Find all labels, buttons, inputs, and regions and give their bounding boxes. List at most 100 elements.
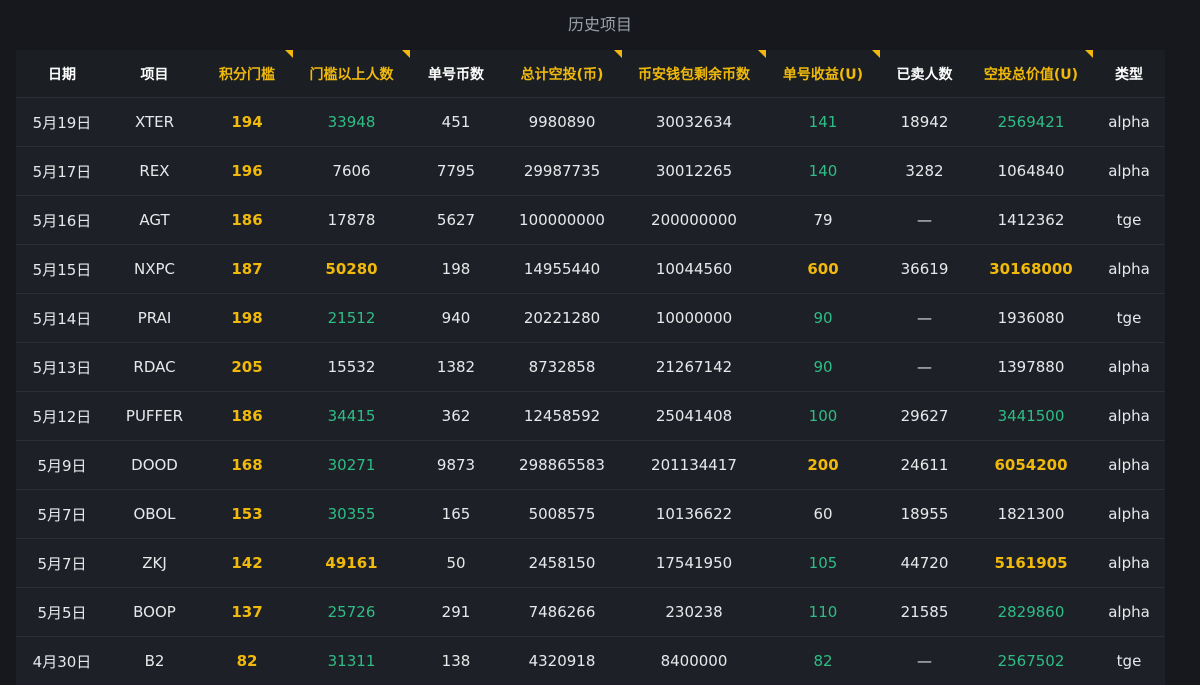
column-header-points-threshold[interactable]: 积分门槛 <box>201 50 293 98</box>
cell-yield-per-account: 141 <box>766 97 880 147</box>
cell-coins-per-account: 9873 <box>410 440 502 490</box>
cell-total-airdrop: 5008575 <box>502 489 622 539</box>
cell-points-threshold: 153 <box>201 489 293 539</box>
column-header-yield-per-account[interactable]: 单号收益(U) <box>766 50 880 98</box>
column-header-total-airdrop[interactable]: 总计空投(币) <box>502 50 622 98</box>
cell-points-threshold: 82 <box>201 636 293 685</box>
cell-project: BOOP <box>108 587 201 637</box>
cell-airdrop-total-value: 1412362 <box>969 195 1093 245</box>
cell-binance-wallet-remaining: 10044560 <box>622 244 766 294</box>
cell-airdrop-total-value: 1064840 <box>969 146 1093 196</box>
cell-date: 4月30日 <box>16 636 108 685</box>
cell-airdrop-total-value: 2567502 <box>969 636 1093 685</box>
cell-users-above-threshold: 31311 <box>293 636 410 685</box>
cell-yield-per-account: 79 <box>766 195 880 245</box>
cell-binance-wallet-remaining: 25041408 <box>622 391 766 441</box>
sort-indicator-icon <box>758 50 766 58</box>
cell-type: alpha <box>1093 440 1165 490</box>
cell-coins-per-account: 5627 <box>410 195 502 245</box>
cell-sold-count: — <box>880 195 969 245</box>
cell-sold-count: 3282 <box>880 146 969 196</box>
cell-project: AGT <box>108 195 201 245</box>
table-row[interactable]: 5月15日 NXPC 187 50280 198 14955440 10044560 600 3… <box>16 244 1165 294</box>
cell-type: alpha <box>1093 97 1165 147</box>
sort-indicator-icon <box>285 50 293 58</box>
table-row[interactable]: 5月14日 PRAI 198 21512 940 20221280 10000000 90—1… <box>16 293 1165 343</box>
table-row[interactable]: 5月7日 OBOL 153 30355 165 5008575 10136622 60 1895… <box>16 489 1165 539</box>
cell-coins-per-account: 138 <box>410 636 502 685</box>
cell-sold-count: — <box>880 636 969 685</box>
cell-type: alpha <box>1093 587 1165 637</box>
cell-sold-count: — <box>880 293 969 343</box>
cell-binance-wallet-remaining: 200000000 <box>622 195 766 245</box>
table-header-row: 日期 项目 积分门槛 门槛以上人数 单号币数 总计空投(币) 币安钱包剩余币数 单号收益(U)… <box>16 50 1165 98</box>
cell-total-airdrop: 2458150 <box>502 538 622 588</box>
table-row[interactable]: 5月19日 XTER 194 33948 451 9980890 30032634 141 18… <box>16 97 1165 147</box>
cell-total-airdrop: 12458592 <box>502 391 622 441</box>
cell-date: 5月19日 <box>16 97 108 147</box>
table-row[interactable]: 5月13日 RDAC 205 15532 1382 8732858 21267142 90—1… <box>16 342 1165 392</box>
cell-project: XTER <box>108 97 201 147</box>
column-header-airdrop-total-value[interactable]: 空投总价值(U) <box>969 50 1093 98</box>
cell-total-airdrop: 4320918 <box>502 636 622 685</box>
column-header-sold-count: 已卖人数 <box>880 50 969 98</box>
cell-sold-count: 29627 <box>880 391 969 441</box>
cell-users-above-threshold: 17878 <box>293 195 410 245</box>
cell-sold-count: 44720 <box>880 538 969 588</box>
cell-total-airdrop: 29987735 <box>502 146 622 196</box>
cell-binance-wallet-remaining: 10000000 <box>622 293 766 343</box>
cell-points-threshold: 205 <box>201 342 293 392</box>
cell-airdrop-total-value: 1821300 <box>969 489 1093 539</box>
cell-yield-per-account: 600 <box>766 244 880 294</box>
cell-sold-count: — <box>880 342 969 392</box>
cell-date: 5月14日 <box>16 293 108 343</box>
cell-coins-per-account: 165 <box>410 489 502 539</box>
history-table: 日期 项目 积分门槛 门槛以上人数 单号币数 总计空投(币) 币安钱包剩余币数 单号收益(U)… <box>16 50 1165 685</box>
page-title: 历史项目 <box>567 15 632 34</box>
cell-yield-per-account: 105 <box>766 538 880 588</box>
cell-coins-per-account: 50 <box>410 538 502 588</box>
cell-date: 5月9日 <box>16 440 108 490</box>
cell-coins-per-account: 7795 <box>410 146 502 196</box>
column-header-users-above-threshold[interactable]: 门槛以上人数 <box>293 50 410 98</box>
cell-users-above-threshold: 15532 <box>293 342 410 392</box>
cell-type: alpha <box>1093 342 1165 392</box>
table-row[interactable]: 5月9日 DOOD 168 30271 9873 298865583 201134417 20… <box>16 440 1165 490</box>
cell-project: ZKJ <box>108 538 201 588</box>
cell-users-above-threshold: 30271 <box>293 440 410 490</box>
cell-type: alpha <box>1093 146 1165 196</box>
cell-project: B2 <box>108 636 201 685</box>
table-row[interactable]: 5月17日 REX 196 7606 7795 29987735 30012265 140 32… <box>16 146 1165 196</box>
cell-date: 5月16日 <box>16 195 108 245</box>
cell-project: REX <box>108 146 201 196</box>
cell-project: PRAI <box>108 293 201 343</box>
table-row[interactable]: 5月16日 AGT 186 17878 5627 100000000 200000000 79… <box>16 195 1165 245</box>
cell-date: 5月7日 <box>16 538 108 588</box>
table-row[interactable]: 5月7日 ZKJ 142 49161 50 2458150 17541950 105 44720… <box>16 538 1165 588</box>
column-header-binance-wallet-remaining[interactable]: 币安钱包剩余币数 <box>622 50 766 98</box>
cell-date: 5月15日 <box>16 244 108 294</box>
cell-total-airdrop: 7486266 <box>502 587 622 637</box>
cell-sold-count: 24611 <box>880 440 969 490</box>
cell-airdrop-total-value: 3441500 <box>969 391 1093 441</box>
table-row[interactable]: 5月5日 BOOP 137 25726 291 7486266 230238 110 21585… <box>16 587 1165 637</box>
cell-binance-wallet-remaining: 30032634 <box>622 97 766 147</box>
cell-binance-wallet-remaining: 17541950 <box>622 538 766 588</box>
cell-coins-per-account: 198 <box>410 244 502 294</box>
cell-points-threshold: 187 <box>201 244 293 294</box>
cell-users-above-threshold: 33948 <box>293 97 410 147</box>
cell-project: DOOD <box>108 440 201 490</box>
cell-points-threshold: 194 <box>201 97 293 147</box>
sort-indicator-icon <box>1085 50 1093 58</box>
table-row[interactable]: 5月12日 PUFFER 186 34415 362 12458592 25041408 10… <box>16 391 1165 441</box>
cell-points-threshold: 186 <box>201 391 293 441</box>
table-row[interactable]: 4月30日 B2 82 31311 138 4320918 8400000 82—256750… <box>16 636 1165 685</box>
cell-binance-wallet-remaining: 201134417 <box>622 440 766 490</box>
cell-yield-per-account: 90 <box>766 342 880 392</box>
cell-points-threshold: 196 <box>201 146 293 196</box>
cell-coins-per-account: 362 <box>410 391 502 441</box>
cell-sold-count: 21585 <box>880 587 969 637</box>
cell-coins-per-account: 291 <box>410 587 502 637</box>
cell-points-threshold: 186 <box>201 195 293 245</box>
cell-yield-per-account: 110 <box>766 587 880 637</box>
